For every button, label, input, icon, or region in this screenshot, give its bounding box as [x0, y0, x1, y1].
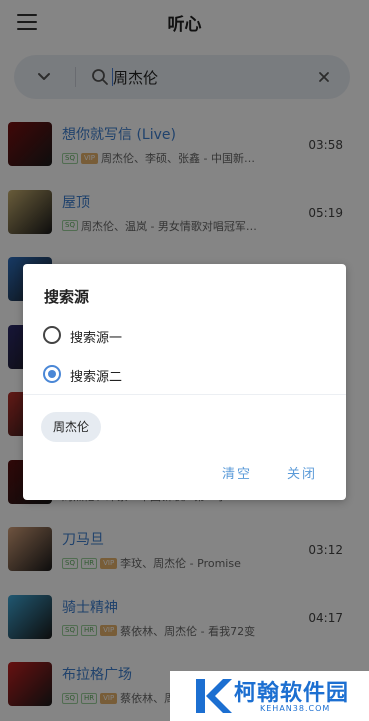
radio-button[interactable] — [43, 326, 61, 344]
close-button[interactable]: 关闭 — [287, 463, 317, 482]
option-source-1[interactable]: 搜索源一 — [43, 326, 323, 350]
search-source-dialog: 搜索源 搜索源一 搜索源二 周杰伦 清空 关闭 — [23, 264, 346, 500]
option-label: 搜索源二 — [70, 370, 123, 385]
radio-button-selected[interactable] — [43, 365, 61, 383]
dialog-title: 搜索源 — [44, 288, 90, 306]
watermark: 柯翰软件园 KEHAN38.COM — [170, 671, 369, 721]
option-label: 搜索源一 — [70, 331, 123, 346]
option-source-2[interactable]: 搜索源二 — [43, 365, 323, 389]
dialog-divider — [23, 394, 346, 395]
watermark-subtitle: KEHAN38.COM — [260, 704, 331, 713]
logo-icon — [196, 679, 232, 713]
history-chip[interactable]: 周杰伦 — [41, 412, 102, 442]
watermark-title: 柯翰软件园 — [234, 681, 350, 706]
clear-button[interactable]: 清空 — [222, 463, 252, 482]
